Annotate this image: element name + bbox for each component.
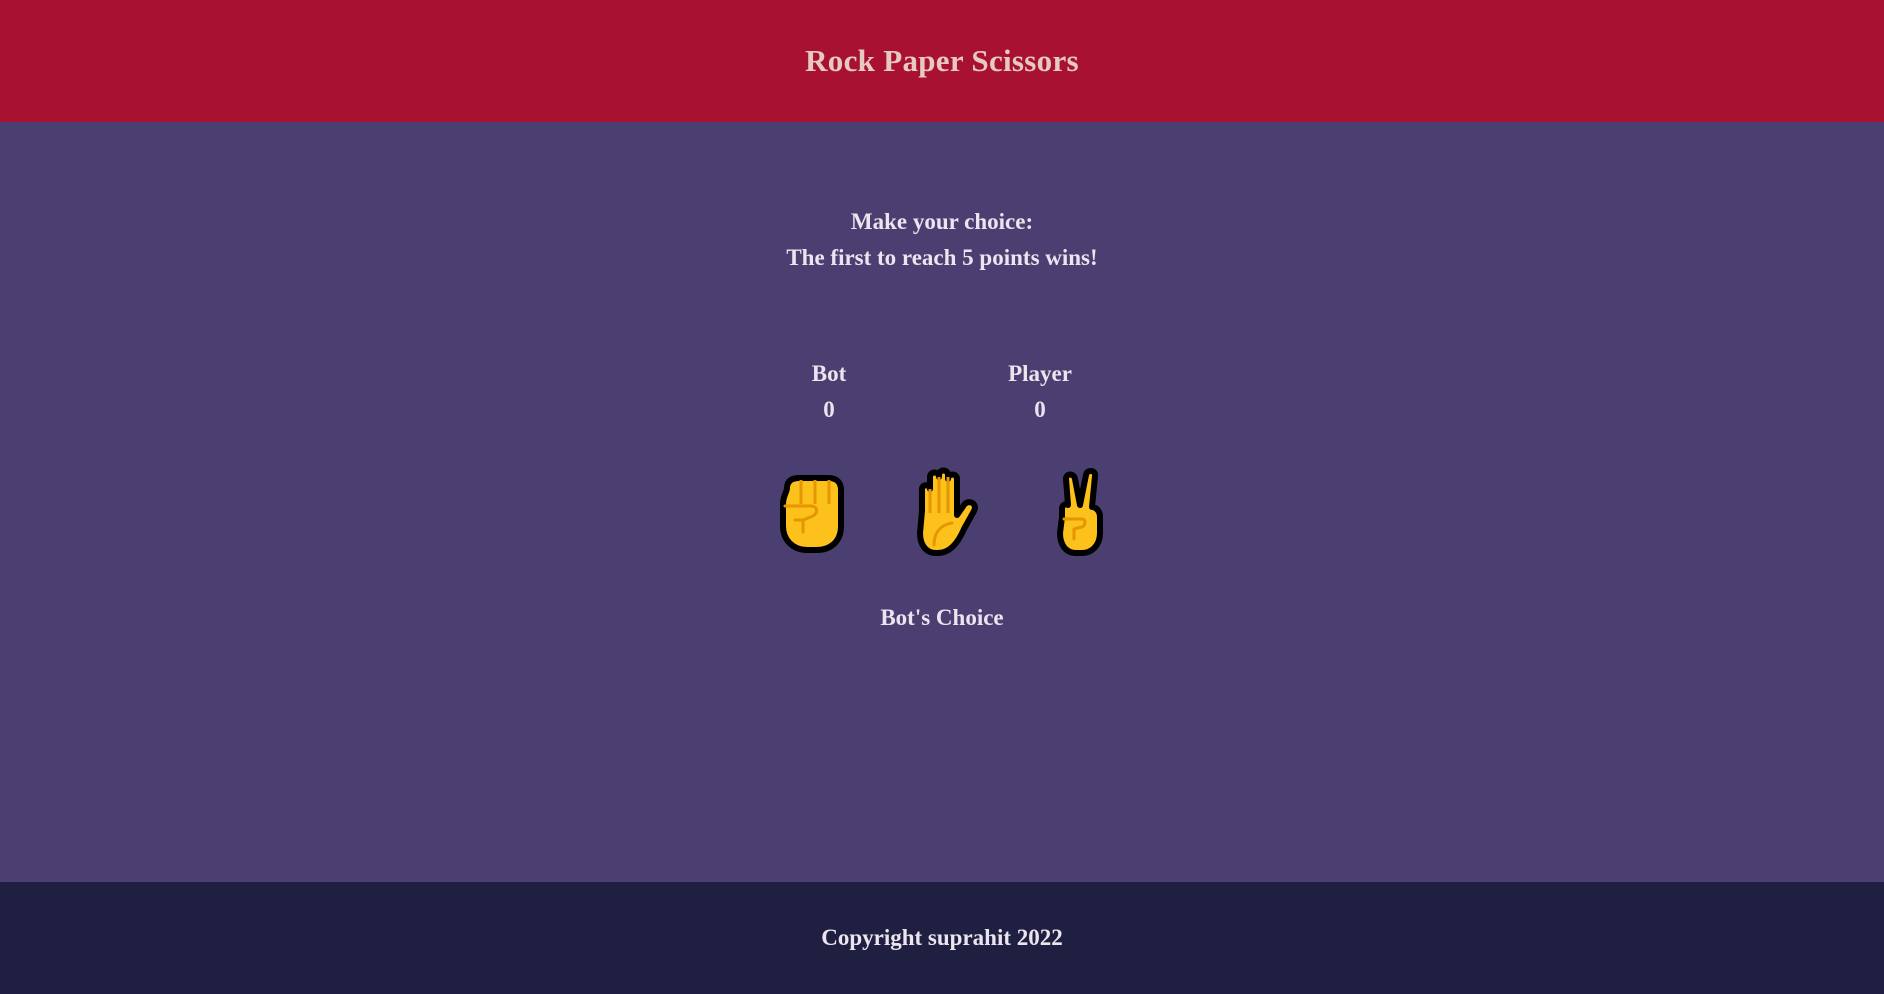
player-score-column: Player 0 (960, 356, 1120, 428)
page-title: Rock Paper Scissors (805, 43, 1079, 78)
rock-button[interactable] (761, 462, 861, 562)
instruction-line-2: The first to reach 5 points wins! (786, 245, 1098, 270)
scoreboard: Bot 0 Player 0 (0, 356, 1884, 436)
bot-score: 0 (823, 397, 835, 422)
victory-hand-icon (1057, 468, 1103, 556)
instructions: Make your choice: The first to reach 5 p… (0, 204, 1884, 276)
scissors-button[interactable] (1030, 462, 1130, 562)
instruction-line-1: Make your choice: (850, 209, 1034, 234)
site-footer: Copyright suprahit 2022 (0, 882, 1884, 994)
bot-label: Bot (811, 361, 847, 386)
bot-score-column: Bot 0 (749, 356, 909, 428)
copyright-text: Copyright suprahit 2022 (821, 925, 1063, 950)
raised-hand-icon (917, 467, 978, 556)
player-score: 0 (1034, 397, 1046, 422)
choice-buttons (0, 462, 1884, 572)
game-area: Make your choice: The first to reach 5 p… (0, 122, 1884, 882)
player-label: Player (1008, 361, 1072, 386)
raised-fist-icon (780, 475, 844, 553)
bot-choice-label: Bot's Choice (880, 605, 1004, 630)
site-header: Rock Paper Scissors (0, 0, 1884, 122)
paper-button[interactable] (896, 462, 996, 562)
